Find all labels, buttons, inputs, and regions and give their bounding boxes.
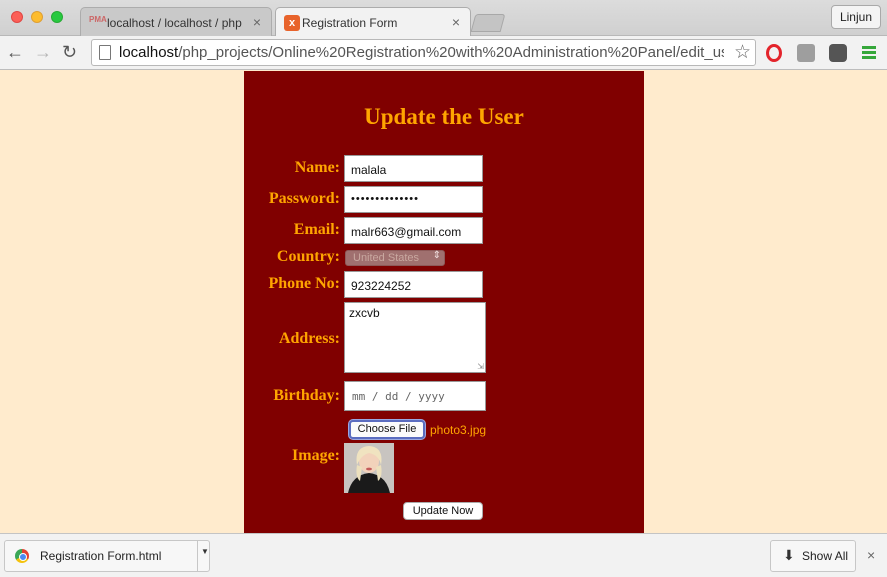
phpmyadmin-icon: PMA xyxy=(89,15,107,24)
name-input[interactable]: malala xyxy=(344,155,483,182)
new-tab-button[interactable] xyxy=(470,14,506,32)
show-all-label: Show All xyxy=(802,549,849,563)
chevron-down-icon[interactable]: ▼ xyxy=(201,547,209,556)
birthday-input[interactable]: mm / dd / yyyy xyxy=(344,381,486,411)
download-icon: ⬇ xyxy=(783,547,795,563)
page-title: Update the User xyxy=(364,104,524,129)
bookmark-star-icon[interactable]: ☆ xyxy=(734,41,751,64)
address-textarea[interactable]: zxcvb ⇲ xyxy=(344,302,486,373)
update-user-panel: Update the User Name: malala Password: •… xyxy=(244,71,644,533)
opera-extension-icon[interactable] xyxy=(766,44,782,62)
page-icon xyxy=(99,45,111,60)
download-file-name: Registration Form.html xyxy=(40,549,162,563)
xampp-icon: x xyxy=(284,15,300,31)
name-label: Name: xyxy=(294,159,340,176)
address-label: Address: xyxy=(278,330,340,347)
divider xyxy=(197,541,198,571)
user-photo xyxy=(344,443,394,493)
reload-icon[interactable]: ↻ xyxy=(62,42,77,63)
tab-registration-form[interactable]: x Registration Form × xyxy=(275,7,471,37)
update-now-button[interactable]: Update Now xyxy=(403,502,483,520)
profile-button[interactable]: Linjun xyxy=(830,5,881,29)
close-tab-icon[interactable]: × xyxy=(452,14,460,30)
maximize-window-button[interactable] xyxy=(51,11,63,23)
choose-file-button[interactable]: Choose File xyxy=(349,420,425,439)
select-arrows-icon: ⇕ xyxy=(432,250,441,261)
address-text: zxcvb xyxy=(349,306,380,320)
tab-label: localhost / localhost / php xyxy=(107,16,242,30)
chrome-file-icon xyxy=(15,549,29,563)
menu-icon[interactable] xyxy=(862,46,876,61)
show-all-button[interactable]: ⬇ Show All xyxy=(770,540,856,572)
phone-input[interactable]: 923224252 xyxy=(344,271,483,298)
email-input[interactable]: malr663@gmail.com xyxy=(344,217,483,244)
url-host: localhost xyxy=(119,44,179,61)
extension-icon[interactable] xyxy=(797,44,815,62)
close-download-bar-icon[interactable]: × xyxy=(867,547,875,563)
birthday-label: Birthday: xyxy=(273,387,340,404)
email-label: Email: xyxy=(293,221,340,238)
address-bar[interactable]: localhost/php_projects/Online%20Registra… xyxy=(91,39,756,66)
image-label: Image: xyxy=(292,447,340,464)
browser-toolbar: ← → ↻ localhost/php_projects/Online%20Re… xyxy=(0,36,887,70)
extension-icon[interactable] xyxy=(829,44,847,62)
close-window-button[interactable] xyxy=(11,11,23,23)
tab-phpmyadmin[interactable]: PMA localhost / localhost / php × xyxy=(80,7,272,36)
url-path: /php_projects/Online%20Registration%20wi… xyxy=(178,44,724,61)
country-label: Country: xyxy=(276,248,340,265)
phone-label: Phone No: xyxy=(268,275,340,292)
url-text[interactable]: localhost/php_projects/Online%20Registra… xyxy=(119,44,724,61)
file-name: photo3.jpg xyxy=(430,423,487,437)
download-bar: Registration Form.html ▼ ⬇ Show All × xyxy=(0,533,887,577)
password-input[interactable]: •••••••••••••• xyxy=(344,186,483,213)
forward-arrow-icon[interactable]: → xyxy=(34,42,52,63)
download-item[interactable]: Registration Form.html ▼ xyxy=(4,540,210,572)
close-tab-icon[interactable]: × xyxy=(253,14,261,30)
country-select-value: United States xyxy=(353,252,420,264)
minimize-window-button[interactable] xyxy=(31,11,43,23)
resize-grip-icon[interactable]: ⇲ xyxy=(477,362,484,371)
country-select[interactable]: United States ⇕ xyxy=(345,250,445,266)
back-arrow-icon[interactable]: ← xyxy=(6,42,24,63)
tab-label: Registration Form xyxy=(302,16,398,30)
tab-bar: PMA localhost / localhost / php × x Regi… xyxy=(0,0,887,37)
password-label: Password: xyxy=(268,190,340,207)
